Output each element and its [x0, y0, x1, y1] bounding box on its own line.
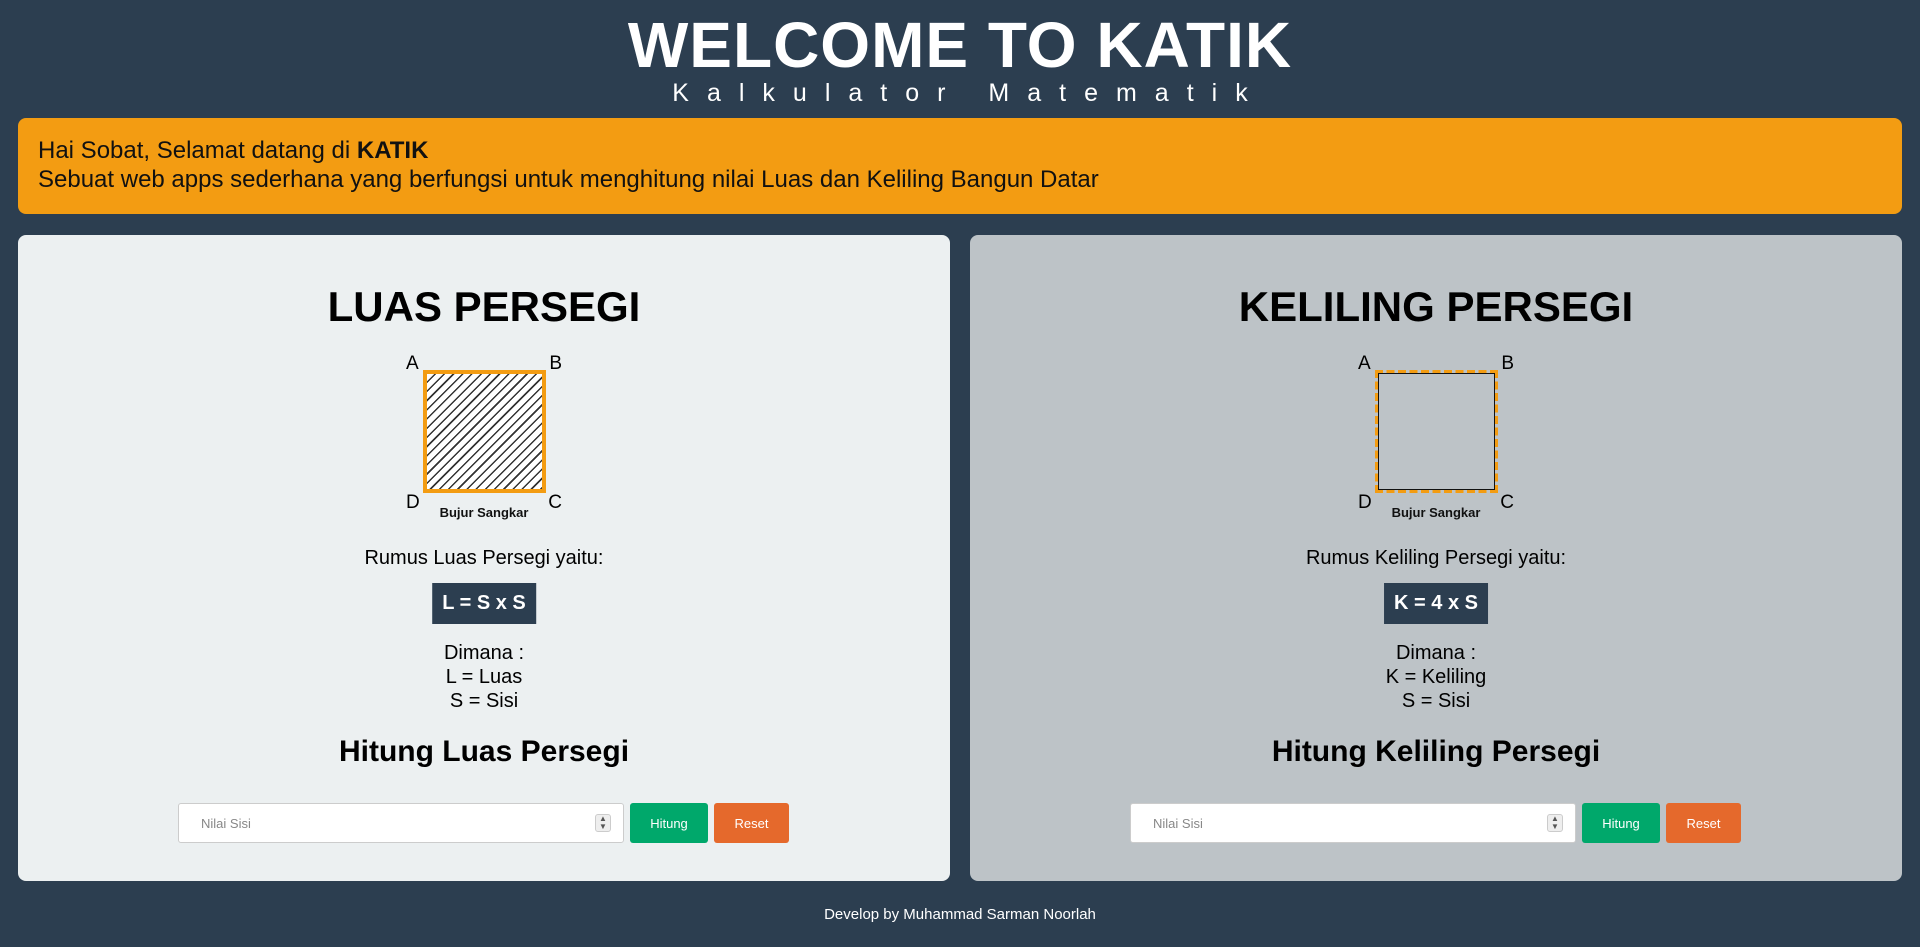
luas-square-figure: A B D C Bujur Sangkar: [399, 353, 569, 523]
footer-credit: Develop by Muhammad Sarman Noorlah: [824, 906, 1096, 923]
welcome-banner: Hai Sobat, Selamat datang di KATIK Sebua…: [18, 118, 1902, 214]
legend-item: L = Luas: [445, 666, 523, 688]
banner-description: Sebuat web apps sederhana yang berfungsi…: [38, 166, 1099, 193]
legend-title: Dimana :: [443, 642, 525, 664]
legend-item: S = Sisi: [449, 690, 519, 712]
keliling-form: ▲▼ Hitung Reset: [1130, 803, 1741, 843]
vertex-label-b: B: [1501, 353, 1514, 374]
keliling-title: KELILING PERSEGI: [1238, 283, 1634, 330]
luas-sisi-input[interactable]: [189, 804, 613, 842]
luas-form: ▲▼ Hitung Reset: [178, 803, 789, 843]
luas-calc-title: Hitung Luas Persegi: [338, 735, 630, 768]
keliling-formula-intro: Rumus Keliling Persegi yaitu:: [1305, 547, 1567, 569]
keliling-sisi-input[interactable]: [1141, 804, 1565, 842]
keliling-calc-title: Hitung Keliling Persegi: [1271, 735, 1601, 768]
number-spinner-icon[interactable]: ▲ ▼: [1547, 814, 1563, 832]
page-title: WELCOME TO KATIK: [627, 9, 1293, 81]
keliling-hitung-button[interactable]: Hitung: [1582, 803, 1660, 843]
vertex-label-a: A: [1358, 353, 1371, 374]
luas-title: LUAS PERSEGI: [327, 283, 641, 330]
legend-item: K = Keliling: [1385, 666, 1487, 688]
vertex-label-a: A: [406, 353, 419, 374]
figure-caption: Bujur Sangkar: [1391, 505, 1481, 520]
keliling-persegi-card: KELILING PERSEGI A B D C Bujur Sangkar R…: [970, 235, 1902, 881]
luas-reset-button[interactable]: Reset: [714, 803, 789, 843]
hatched-square-shape: [423, 370, 546, 493]
keliling-reset-button[interactable]: Reset: [1666, 803, 1741, 843]
keliling-formula: K = 4 x S: [1384, 583, 1488, 624]
figure-caption: Bujur Sangkar: [439, 505, 529, 520]
keliling-legend: Dimana : K = Keliling S = Sisi: [970, 641, 1902, 713]
luas-formula: L = S x S: [432, 583, 536, 624]
dashed-square-shape: [1375, 370, 1498, 493]
luas-formula-intro: Rumus Luas Persegi yaitu:: [364, 547, 604, 569]
page-subtitle: Kalkulator Matematik: [672, 79, 1266, 107]
luas-persegi-card: LUAS PERSEGI A B D C Bujur Sangkar Rumus…: [18, 235, 950, 881]
keliling-input-wrapper: ▲▼: [1130, 803, 1576, 843]
luas-legend: Dimana : L = Luas S = Sisi: [18, 641, 950, 713]
keliling-square-figure: A B D C Bujur Sangkar: [1351, 353, 1521, 523]
legend-title: Dimana :: [1395, 642, 1477, 664]
number-spinner-icon[interactable]: ▲ ▼: [595, 814, 611, 832]
banner-greeting: Hai Sobat, Selamat datang di KATIK: [38, 136, 1882, 165]
vertex-label-b: B: [549, 353, 562, 374]
legend-item: S = Sisi: [1401, 690, 1471, 712]
banner-brand: KATIK: [356, 137, 429, 164]
luas-hitung-button[interactable]: Hitung: [630, 803, 708, 843]
banner-greeting-text: Hai Sobat, Selamat datang di: [38, 137, 357, 164]
luas-input-wrapper: ▲▼: [178, 803, 624, 843]
